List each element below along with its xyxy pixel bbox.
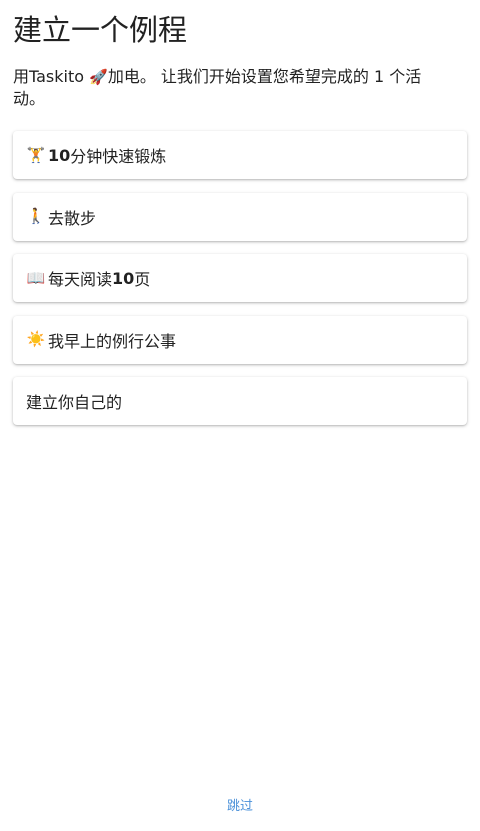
routine-options-list: 🏋 10 分钟快速锻炼 🚶 去散步 📖 每天阅读 10 页 ☀️ 我早上的例行公… xyxy=(13,131,467,439)
option-morning-routine[interactable]: ☀️ 我早上的例行公事 xyxy=(13,315,467,364)
routine-setup-screen: 建立一个例程 用Taskito 🚀加电。 让我们开始设置您希望完成的 1 个活动… xyxy=(0,0,480,831)
option-label: 建立你自己的 xyxy=(26,393,123,412)
sun-icon: ☀️ xyxy=(26,330,46,348)
option-create-own[interactable]: 建立你自己的 xyxy=(13,377,467,425)
option-label: 去散步 xyxy=(48,208,97,228)
rocket-icon: 🚀 xyxy=(89,68,108,86)
option-read-pages[interactable]: 📖 每天阅读 10 页 xyxy=(13,254,467,302)
walking-person-icon: 🚶 xyxy=(26,207,46,225)
option-label: 页 xyxy=(134,270,151,289)
option-label-prefix: 每天阅读 xyxy=(48,270,113,289)
page-subtitle: 用Taskito 🚀加电。 让我们开始设置您希望完成的 1 个活动。 xyxy=(13,66,453,109)
skip-button[interactable]: 跳过 xyxy=(0,795,480,814)
open-book-icon: 📖 xyxy=(26,268,46,287)
page-title: 建立一个例程 xyxy=(13,13,188,47)
option-quick-workout[interactable]: 🏋 10 分钟快速锻炼 xyxy=(13,131,467,179)
option-number: 10 xyxy=(112,268,135,288)
option-label: 分钟快速锻炼 xyxy=(70,147,167,166)
option-take-walk[interactable]: 🚶 去散步 xyxy=(13,192,467,241)
weightlifter-icon: 🏋 xyxy=(26,145,46,164)
option-number: 10 xyxy=(48,145,71,165)
option-label: 我早上的例行公事 xyxy=(48,331,177,351)
subtitle-prefix: 用Taskito xyxy=(13,67,90,86)
